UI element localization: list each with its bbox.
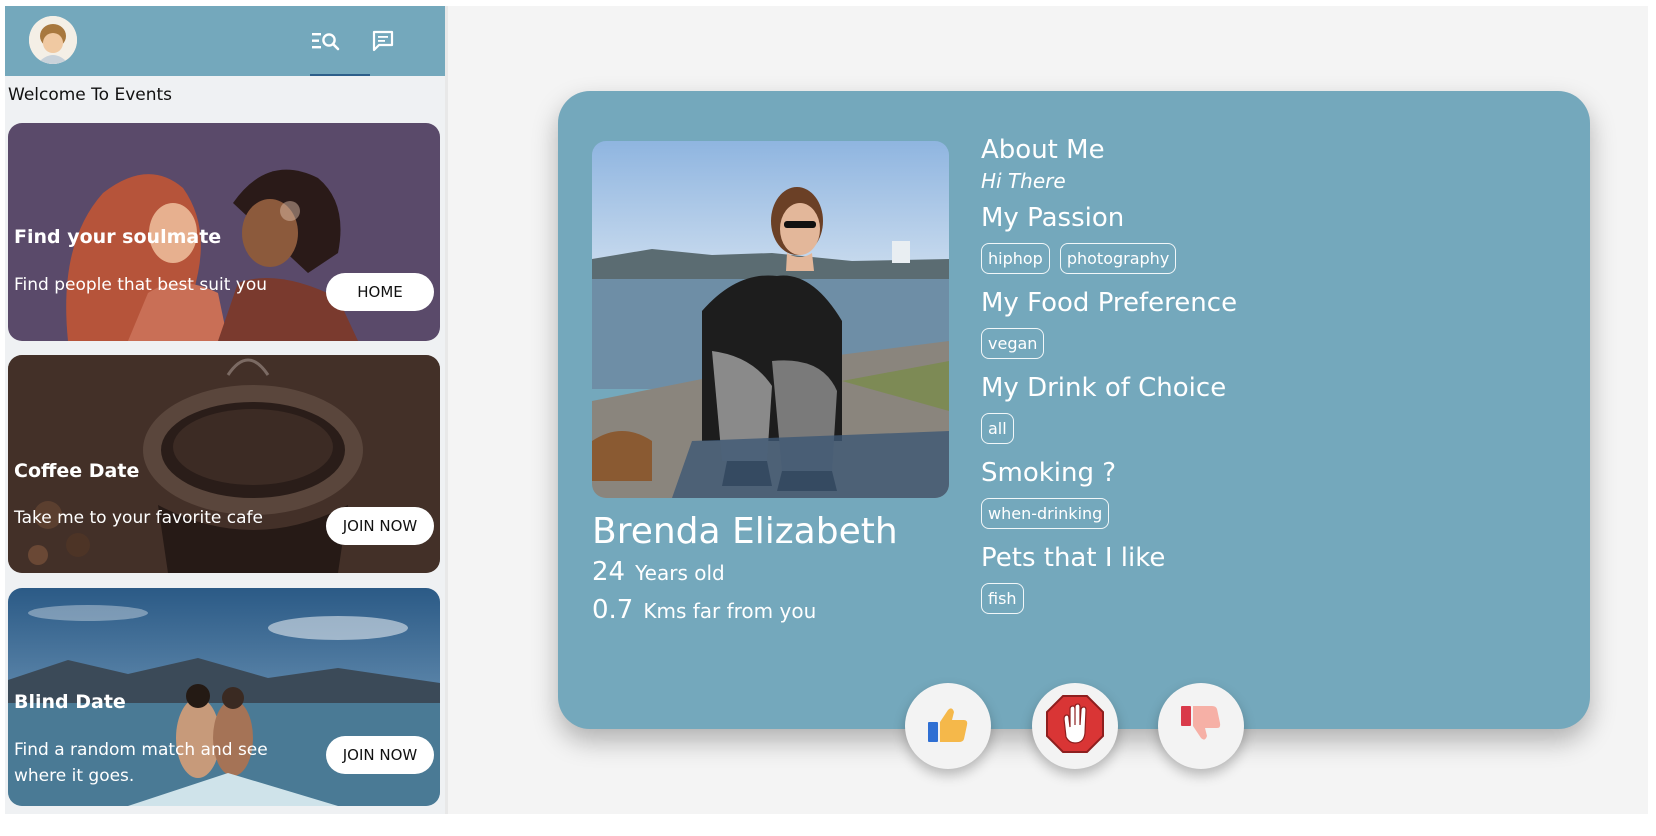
pets-tag: fish [981,583,1024,614]
age-stat: 24 Years old [592,557,725,587]
distance-label: Kms far from you [643,599,817,623]
profile-card: Brenda Elizabeth 24 Years old 0.7 Kms far … [558,91,1590,729]
pets-heading: Pets that I like [981,543,1166,573]
chat-icon[interactable] [363,26,403,56]
passion-heading: My Passion [981,203,1125,233]
passion-tag: photography [1059,243,1177,274]
passion-tag: hiphop [981,243,1050,274]
sidebar-top-bar [5,6,445,76]
profile-photo [592,141,949,498]
about-heading: About Me [981,135,1105,165]
join-now-button[interactable]: JOIN NOW [326,507,434,545]
drink-tags: all [981,413,1501,444]
stop-button[interactable] [1032,683,1118,769]
age-value: 24 [592,557,626,587]
smoking-heading: Smoking ? [981,458,1117,488]
about-text: Hi There [981,169,1066,193]
event-subtitle: Find a random match and see where it goe… [14,740,268,786]
profile-name: Brenda Elizabeth [592,511,898,552]
drink-heading: My Drink of Choice [981,373,1227,403]
event-subtitle: Find people that best suit you [14,275,268,295]
distance-stat: 0.7 Kms far from you [592,595,816,625]
search-list-icon[interactable] [306,26,346,56]
welcome-heading: Welcome To Events [8,85,173,105]
event-title: Coffee Date [14,460,140,482]
food-tags: vegan [981,328,1501,359]
avatar[interactable] [29,16,77,64]
event-card-coffee[interactable]: Coffee Date Take me to your favorite caf… [8,355,440,573]
stop-hand-icon [1044,693,1106,759]
passion-tags: hiphop photography [981,243,1501,274]
profile-info: About Me Hi There My Passion hiphop phot… [981,135,1501,627]
distance-value: 0.7 [592,595,634,625]
thumbs-up-icon [924,700,972,752]
thumbs-down-icon [1177,700,1225,752]
dislike-button[interactable] [1158,683,1244,769]
like-button[interactable] [905,683,991,769]
events-sidebar: Welcome To Events Find your soulmate Fin… [5,6,445,814]
event-subtitle: Take me to your favorite cafe [14,508,263,528]
event-title: Find your soulmate [14,226,222,248]
smoking-tags: when-drinking [981,498,1501,529]
event-title: Blind Date [14,691,126,713]
food-heading: My Food Preference [981,288,1238,318]
drink-tag: all [981,413,1014,444]
pets-tags: fish [981,583,1501,614]
home-button[interactable]: HOME [326,273,434,311]
join-now-button[interactable]: JOIN NOW [326,736,434,774]
event-card-blind-date[interactable]: Blind Date Find a random match and see w… [8,588,440,806]
event-card-soulmate[interactable]: Find your soulmate Find people that best… [8,123,440,341]
active-tab-indicator [310,74,370,76]
age-label: Years old [635,561,725,585]
food-tag: vegan [981,328,1045,359]
smoking-tag: when-drinking [981,498,1110,529]
